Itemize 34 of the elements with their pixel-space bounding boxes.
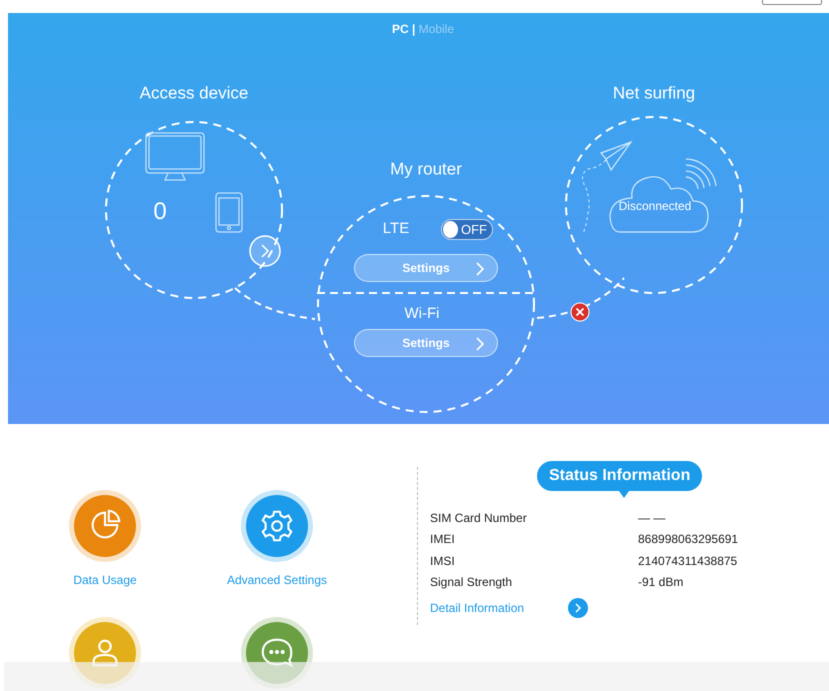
info-value: 214074311438875 (638, 552, 738, 570)
chevron-icon (475, 262, 485, 276)
signal-waves-icon (686, 158, 717, 190)
separator: | (410, 22, 416, 36)
cloud-icon (609, 176, 709, 233)
arrow-circle-icon[interactable] (249, 235, 281, 267)
section-title: Net surfing (612, 82, 696, 104)
shortcut-label[interactable]: Advanced Settings (226, 571, 328, 589)
info-label: SIM Card Number (430, 510, 528, 527)
lte-toggle[interactable]: OFF (441, 219, 493, 240)
detail-link[interactable]: Detail Information (430, 599, 524, 617)
section-title: Access device (140, 82, 248, 104)
device-count: 0 (153, 197, 167, 227)
info-value: -91 dBm (638, 574, 684, 592)
wifi-label: Wi-Fi (404, 304, 440, 324)
status-title: Status Information (549, 467, 690, 484)
settings-button[interactable]: Settings (354, 329, 498, 357)
lte-label: LTE (382, 218, 410, 239)
arrow-circle-icon[interactable] (568, 598, 588, 618)
view-tab-active[interactable]: PC (392, 22, 409, 36)
shortcut-label[interactable]: Data Usage (73, 571, 137, 589)
info-value: 868998063295691 (638, 531, 738, 548)
info-label: IMEI (430, 531, 456, 548)
info-label: Signal Strength (430, 574, 514, 592)
info-label: IMSI (430, 552, 456, 570)
phone-icon (215, 192, 243, 233)
monitor-icon (145, 132, 205, 181)
paper-plane-icon (600, 140, 633, 172)
info-value: — — (638, 510, 666, 527)
view-tab[interactable]: Mobile (418, 22, 454, 36)
connection-status: Disconnected (618, 198, 692, 215)
settings-button[interactable]: Settings (354, 254, 498, 282)
section-title: My router (390, 158, 462, 180)
chevron-icon (475, 337, 485, 351)
